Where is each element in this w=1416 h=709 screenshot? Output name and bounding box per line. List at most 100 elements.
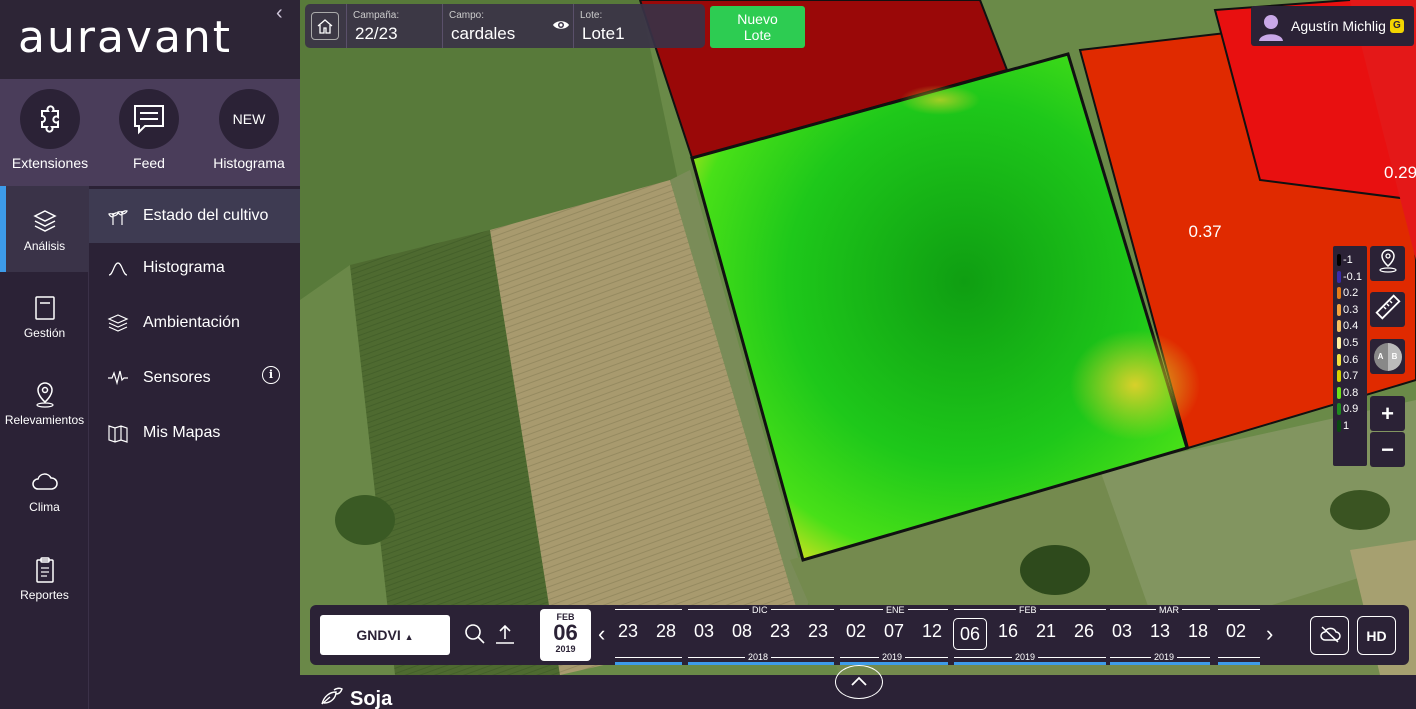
expand-panel-button[interactable]	[835, 665, 883, 699]
legend-swatch	[1337, 320, 1341, 333]
chevron-right-icon[interactable]: ›	[1266, 621, 1273, 647]
cloud-filter-button[interactable]	[1310, 616, 1349, 655]
timeline-day[interactable]: 03	[1105, 621, 1139, 642]
home-icon[interactable]	[311, 12, 339, 40]
compare-ab-icon: A B	[1373, 342, 1402, 371]
legend-entry: 0.6	[1333, 352, 1367, 368]
legend-swatch	[1337, 337, 1341, 349]
lot-value-label: 0.37	[1188, 222, 1221, 241]
timeline-day[interactable]: 07	[877, 621, 911, 642]
timeline-month-label: FEB	[1016, 605, 1040, 615]
histogram-quick-button[interactable]: NEW Histograma	[199, 89, 299, 171]
timeline-day[interactable]: 18	[1181, 621, 1215, 642]
rail-item-relevamientos[interactable]: Relevamientos	[0, 360, 89, 446]
upload-icon[interactable]	[494, 623, 516, 650]
crop-label: Soja	[350, 687, 393, 709]
submenu-item-estado-cultivo[interactable]: Estado del cultivo	[89, 189, 300, 243]
timeline-day[interactable]: 08	[725, 621, 759, 642]
map-pin-icon	[0, 380, 89, 410]
chevron-left-icon[interactable]: ‹	[276, 2, 283, 25]
submenu-item-ambientacion[interactable]: Ambientación	[89, 296, 300, 350]
user-badge: G	[1389, 19, 1404, 33]
nav-rail: Análisis Gestión Relevamientos Clima Rep…	[0, 186, 89, 709]
date-timeline: GNDVI ▲ FEB 06 2019 ‹ 23 28 03 08 23 23 02 07 12…	[310, 605, 1409, 665]
timeline-year-label: 2019	[879, 652, 906, 662]
zoom-out-button[interactable]: −	[1370, 432, 1405, 467]
plant-icon	[107, 205, 129, 227]
hd-button[interactable]: HD	[1357, 616, 1396, 655]
legend-entry: 0.7	[1333, 368, 1367, 384]
rail-item-analisis[interactable]: Análisis	[0, 186, 89, 272]
analysis-submenu: Estado del cultivo Histograma Ambientaci…	[89, 186, 300, 709]
info-icon[interactable]: i	[262, 366, 280, 384]
timeline-day[interactable]: 23	[763, 621, 797, 642]
histogram-quick-label: Histograma	[213, 155, 285, 171]
timeline-day[interactable]: 12	[915, 621, 949, 642]
user-menu[interactable]: Agustín Michlig G	[1251, 6, 1414, 46]
timeline-coverage-bar	[688, 662, 834, 665]
timeline-day[interactable]: 03	[687, 621, 721, 642]
campaign-selector[interactable]: Campaña: 22/23	[346, 4, 441, 48]
timeline-coverage-bar	[615, 662, 682, 665]
timeline-day[interactable]: 26	[1067, 621, 1101, 642]
rail-label: Reportes	[20, 588, 69, 602]
quick-access-bar: Extensiones Feed NEW Histograma	[0, 79, 300, 186]
timeline-month-label: MAR	[1156, 605, 1182, 615]
lot-value: Lote1	[582, 24, 625, 43]
bell-curve-icon	[107, 257, 129, 279]
map-pin-icon	[1376, 248, 1400, 279]
extensions-button[interactable]: Extensiones	[0, 89, 100, 171]
timeline-day[interactable]: 13	[1143, 621, 1177, 642]
legend-label: 0.3	[1343, 303, 1359, 316]
rail-item-gestion[interactable]: Gestión	[0, 273, 89, 359]
new-lot-button[interactable]: Nuevo Lote	[710, 6, 805, 48]
field-selector[interactable]: Campo: cardales	[442, 4, 572, 48]
chevron-up-icon	[850, 673, 868, 691]
field-value: cardales	[451, 24, 516, 43]
timeline-day[interactable]: 23	[801, 621, 835, 642]
timeline-day[interactable]: 02	[839, 621, 873, 642]
legend-swatch	[1337, 254, 1341, 266]
rail-item-reportes[interactable]: Reportes	[0, 535, 89, 621]
measure-button[interactable]	[1370, 292, 1405, 327]
rail-item-clima[interactable]: Clima	[0, 447, 89, 533]
feed-button[interactable]: Feed	[99, 89, 199, 171]
timeline-day[interactable]: 23	[611, 621, 645, 642]
feed-label: Feed	[133, 155, 165, 171]
ruler-icon	[1374, 293, 1402, 326]
chevron-left-icon[interactable]: ‹	[598, 621, 605, 647]
new-badge: NEW	[219, 89, 279, 149]
field-caption: Campo:	[449, 10, 485, 21]
location-pin-button[interactable]	[1370, 246, 1405, 281]
compare-ab-button[interactable]: A B	[1370, 339, 1405, 374]
legend-label: -0.1	[1343, 270, 1362, 283]
legend-label: 0.5	[1343, 337, 1359, 349]
legend-swatch	[1337, 370, 1341, 383]
lot-value-label: 0.29	[1384, 163, 1416, 182]
legend-label: 0.6	[1343, 353, 1359, 366]
submenu-item-mis-mapas[interactable]: Mis Mapas	[89, 406, 300, 460]
timeline-rule	[615, 609, 682, 610]
submenu-item-histograma[interactable]: Histograma	[89, 241, 300, 295]
new-lot-label: Lote	[743, 27, 772, 43]
index-selector[interactable]: GNDVI ▲	[320, 615, 450, 655]
timeline-day[interactable]: 02	[1219, 621, 1253, 642]
timeline-day[interactable]: 06	[953, 618, 987, 650]
timeline-month-label: ENE	[883, 605, 908, 615]
timeline-coverage-bar	[1110, 662, 1210, 665]
legend-entry: 0.8	[1333, 385, 1367, 401]
satellite-map[interactable]: 0.37 0.29	[300, 0, 1416, 675]
timeline-year-label: 2019	[1012, 652, 1039, 662]
legend-swatch	[1337, 303, 1341, 316]
legend-label: -1	[1343, 254, 1353, 266]
eye-icon[interactable]	[552, 18, 570, 37]
zoom-in-button[interactable]: +	[1370, 396, 1405, 431]
timeline-day[interactable]: 16	[991, 621, 1025, 642]
search-icon[interactable]	[464, 623, 486, 650]
layers-icon	[0, 206, 89, 236]
legend-swatch	[1337, 270, 1341, 283]
lot-selector[interactable]: Lote: Lote1	[573, 4, 705, 48]
timeline-day[interactable]: 28	[649, 621, 683, 642]
submenu-item-sensores[interactable]: Sensores i	[89, 351, 300, 405]
timeline-day[interactable]: 21	[1029, 621, 1063, 642]
